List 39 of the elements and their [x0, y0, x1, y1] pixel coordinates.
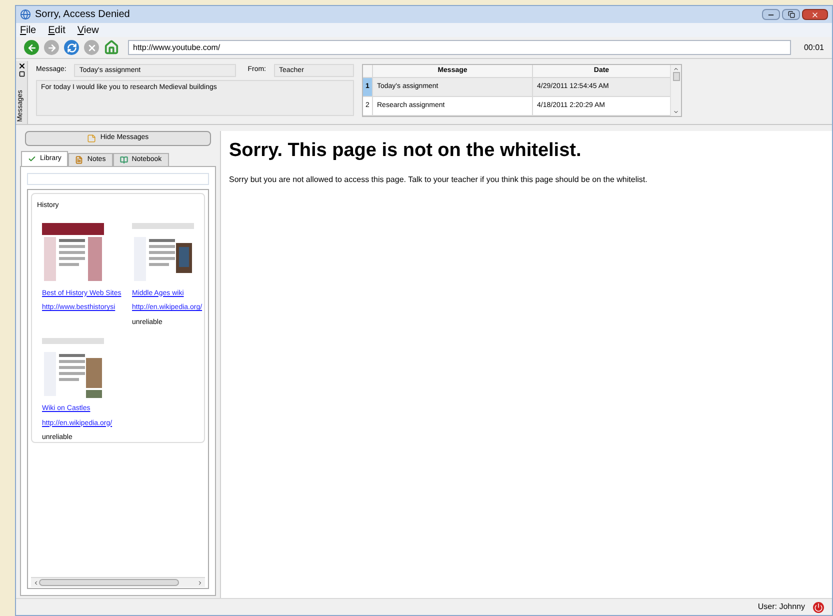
globe-icon [20, 9, 31, 20]
timer: 00:01 [804, 42, 824, 54]
refresh-button[interactable] [64, 40, 79, 55]
refresh-icon [66, 42, 76, 52]
close-icon [811, 10, 819, 18]
check-icon [28, 155, 36, 163]
close-icon[interactable] [18, 62, 26, 70]
book-icon [120, 156, 128, 164]
maximize-button[interactable] [782, 9, 800, 20]
menu-item[interactable]: View [77, 22, 99, 38]
arrow-left-icon [26, 42, 36, 52]
address-field[interactable]: http://www.youtube.com/ [128, 40, 791, 55]
horizontal-scrollbar[interactable] [31, 577, 205, 587]
document-icon [75, 156, 84, 164]
menu-item[interactable]: File [20, 22, 36, 38]
close-icon [86, 42, 96, 52]
close-button[interactable] [802, 9, 828, 20]
power-icon[interactable] [813, 602, 824, 612]
page-heading: Sorry. This page is not on the whitelist. [229, 139, 582, 163]
page-text: Sorry but you are not allowed to access this page. Talk to your teacher if you think this page should be on the whitelist. [229, 174, 648, 186]
scroll-left-icon[interactable] [33, 580, 39, 586]
home-button[interactable] [104, 40, 119, 55]
menu-item[interactable]: Edit [48, 22, 66, 38]
back-button[interactable] [24, 40, 39, 55]
scroll-thumb[interactable] [39, 579, 179, 586]
home-icon [104, 40, 119, 55]
restore-icon[interactable] [18, 71, 24, 77]
scroll-up-icon[interactable] [673, 66, 679, 72]
vertical-scrollbar[interactable] [670, 65, 681, 116]
scroll-right-icon[interactable] [197, 580, 203, 586]
scroll-down-icon[interactable] [673, 109, 679, 115]
scroll-thumb[interactable] [672, 72, 680, 81]
user-label: User: Johnny [758, 601, 805, 613]
restore-icon [788, 11, 794, 18]
arrow-right-icon [46, 42, 56, 52]
note-icon [87, 134, 96, 143]
search-field[interactable] [27, 173, 209, 185]
window-title: Sorry, Access Denied [35, 8, 130, 22]
minimize-button[interactable] [762, 9, 780, 20]
